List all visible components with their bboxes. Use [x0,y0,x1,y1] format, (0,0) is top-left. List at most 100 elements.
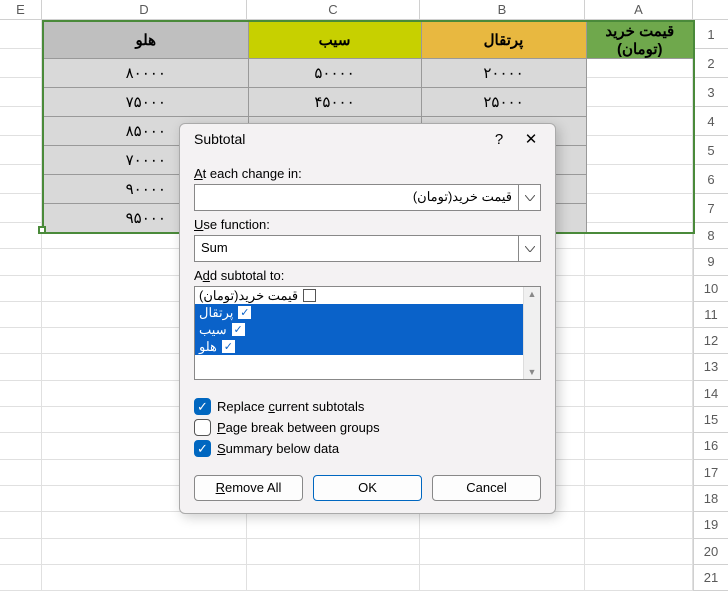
row-header-18[interactable]: 18 [693,486,728,512]
cell[interactable] [0,460,42,486]
scrollbar[interactable]: ▲ ▼ [523,287,540,379]
cell[interactable] [0,194,42,223]
cell[interactable] [585,407,693,433]
ok-button[interactable]: OK [313,475,422,501]
cell[interactable] [0,302,42,328]
cell[interactable] [0,107,42,136]
row-header-16[interactable]: 16 [693,433,728,459]
cell[interactable] [0,354,42,380]
cell[interactable] [0,276,42,302]
checklist-item[interactable]: قیمت خرید(تومان) [195,287,523,304]
page-break-option[interactable]: Page break between groups [194,419,541,436]
scroll-up-icon[interactable]: ▲ [524,287,540,301]
help-button[interactable]: ? [483,131,515,148]
close-button[interactable]: ✕ [515,130,547,148]
data-cell[interactable]: ۵۰۰۰۰ [248,59,421,88]
cell[interactable] [585,539,693,565]
cell[interactable] [0,78,42,107]
cell[interactable] [0,407,42,433]
header-porteghal[interactable]: پرتقال [421,21,586,59]
cell[interactable] [585,276,693,302]
cell[interactable] [0,539,42,565]
remove-all-button[interactable]: Remove All [194,475,303,501]
row-header-15[interactable]: 15 [693,407,728,433]
cell[interactable] [42,539,247,565]
header-helou[interactable]: هلو [43,21,248,59]
col-header-B[interactable]: B [420,0,585,19]
col-header-E[interactable]: E [0,0,42,19]
row-header-21[interactable]: 21 [693,565,728,591]
function-combo[interactable]: Sum [194,235,541,262]
cell[interactable] [420,539,585,565]
row-header-6[interactable]: 6 [693,165,728,194]
data-cell[interactable]: ۲۰۰۰۰ [421,59,586,88]
checklist-item[interactable]: پرتقال [195,304,523,321]
col-header-A[interactable]: A [585,0,693,19]
col-header-C[interactable]: C [247,0,420,19]
cell[interactable] [585,354,693,380]
replace-subtotals-option[interactable]: Replace current subtotals [194,398,541,415]
cell[interactable] [0,486,42,512]
checklist-item[interactable]: هلو [195,338,523,355]
cell[interactable] [420,512,585,538]
row-header-7[interactable]: 7 [693,194,728,223]
row-header-20[interactable]: 20 [693,539,728,565]
cell[interactable] [585,302,693,328]
row-header-3[interactable]: 3 [693,78,728,107]
cell[interactable] [585,249,693,275]
cell[interactable] [0,49,42,78]
row-header-19[interactable]: 19 [693,512,728,538]
cell[interactable] [0,565,42,591]
row-header-17[interactable]: 17 [693,460,728,486]
row-header-14[interactable]: 14 [693,381,728,407]
row-header-8[interactable]: 8 [693,223,728,249]
col-header-D[interactable]: D [42,0,247,19]
row-header-11[interactable]: 11 [693,302,728,328]
summary-below-option[interactable]: Summary below data [194,440,541,457]
data-cell[interactable]: ۴۵۰۰۰ [248,88,421,117]
cell[interactable] [0,381,42,407]
cell[interactable] [585,328,693,354]
checkbox-icon [194,419,211,436]
cell[interactable] [0,136,42,165]
header-price[interactable]: قیمت خرید (تومان) [586,21,694,59]
add-subtotal-checklist[interactable]: قیمت خرید(تومان)پرتقالسیبهلو ▲ ▼ [194,286,541,380]
scroll-down-icon[interactable]: ▼ [524,365,540,379]
cell[interactable] [247,512,420,538]
row-header-1[interactable]: 1 [693,20,728,49]
row-header-4[interactable]: 4 [693,107,728,136]
cell[interactable] [0,512,42,538]
cell[interactable] [0,165,42,194]
header-seeb[interactable]: سیب [248,21,421,59]
cell[interactable] [585,381,693,407]
row-header-2[interactable]: 2 [693,49,728,78]
cell[interactable] [585,512,693,538]
row-header-10[interactable]: 10 [693,276,728,302]
cell[interactable] [0,328,42,354]
row-header-5[interactable]: 5 [693,136,728,165]
cell[interactable] [585,486,693,512]
data-cell[interactable]: ۷۵۰۰۰ [43,88,248,117]
cell[interactable] [585,433,693,459]
data-cell[interactable]: ۸۰۰۰۰ [43,59,248,88]
change-combo[interactable]: قیمت خرید(تومان) [194,184,541,211]
cell[interactable] [0,249,42,275]
row-header-9[interactable]: 9 [693,249,728,275]
cell[interactable] [0,20,42,49]
cancel-button[interactable]: Cancel [432,475,541,501]
cell[interactable] [42,512,247,538]
checklist-item[interactable]: سیب [195,321,523,338]
row-header-13[interactable]: 13 [693,354,728,380]
cell[interactable] [420,565,585,591]
data-cell[interactable]: ۲۵۰۰۰ [421,88,586,117]
cell[interactable] [0,223,42,249]
row-header-12[interactable]: 12 [693,328,728,354]
cell[interactable] [247,539,420,565]
cell[interactable] [247,565,420,591]
cell[interactable] [585,565,693,591]
cell[interactable] [42,565,247,591]
cell[interactable] [0,433,42,459]
selection-handle[interactable] [38,226,46,234]
dialog-titlebar[interactable]: Subtotal ? ✕ [180,124,555,154]
cell[interactable] [585,460,693,486]
